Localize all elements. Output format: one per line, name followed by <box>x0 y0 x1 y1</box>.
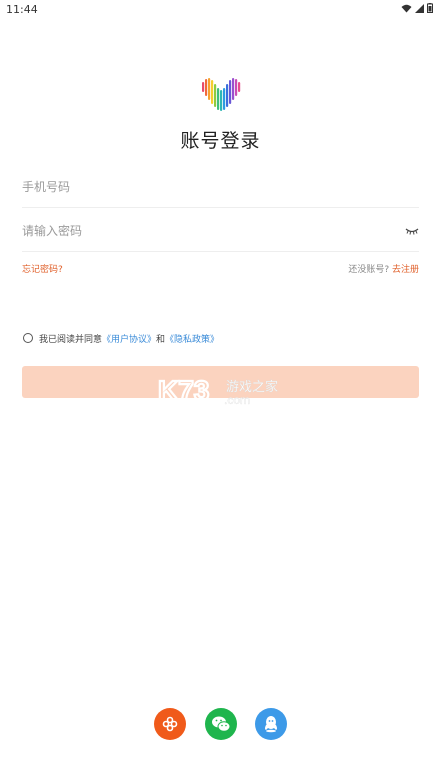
battery-icon <box>427 3 433 13</box>
phone-field <box>22 168 419 208</box>
register-prompt: 还没账号? 去注册 <box>348 262 419 275</box>
unicom-login-button[interactable] <box>154 708 186 740</box>
status-icons <box>401 3 433 13</box>
agreement-and: 和 <box>156 334 166 345</box>
china-unicom-icon <box>162 716 178 732</box>
eye-closed-icon[interactable] <box>405 226 419 236</box>
forgot-password-link[interactable]: 忘记密码? <box>22 262 63 275</box>
colorful-heart-logo <box>202 78 241 111</box>
register-link[interactable]: 去注册 <box>392 265 419 275</box>
qq-icon <box>265 716 277 733</box>
links-row: 忘记密码? 还没账号? 去注册 <box>22 262 419 276</box>
login-screen: 11:44 账号登录 手机号码 忘记密码? 还没账号? 去注册 我已阅读并同意 … <box>0 0 441 784</box>
agreement-radio[interactable] <box>23 333 33 343</box>
k73-watermark: K73 游戏之家 .com <box>158 374 278 407</box>
privacy-policy-link[interactable]: 《隐私政策》 <box>165 332 219 345</box>
qq-login-button[interactable] <box>255 708 287 740</box>
phone-input[interactable] <box>22 168 382 206</box>
status-time: 11:44 <box>6 3 38 16</box>
page-title: 账号登录 <box>180 130 261 152</box>
watermark-brand: K73 <box>158 375 209 406</box>
status-bar: 11:44 <box>0 0 441 20</box>
password-field <box>22 212 419 252</box>
user-agreement-link[interactable]: 《用户协议》 <box>102 332 156 345</box>
watermark-domain: .com <box>224 393 250 407</box>
agreement-row: 我已阅读并同意 《用户协议》 和 《隐私政策》 <box>23 331 219 345</box>
wifi-icon <box>401 4 412 12</box>
password-input[interactable] <box>22 212 382 250</box>
wechat-icon <box>212 716 231 732</box>
agreement-prefix: 我已阅读并同意 <box>39 334 103 345</box>
wechat-login-button[interactable] <box>205 708 237 740</box>
signal-icon <box>415 3 424 13</box>
no-account-text: 还没账号? <box>348 265 390 275</box>
